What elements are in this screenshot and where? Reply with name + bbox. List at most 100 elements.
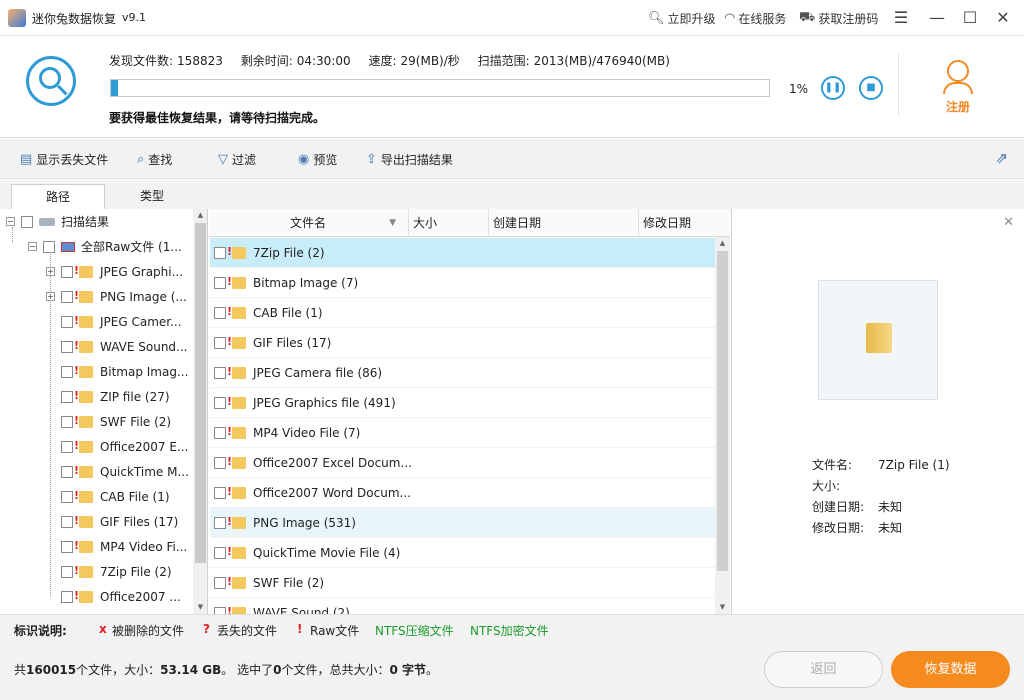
table-row[interactable]: ! SWF File (2) <box>210 568 715 598</box>
checkbox[interactable] <box>61 340 73 353</box>
checkbox[interactable] <box>61 465 73 478</box>
tree-root[interactable]: − 扫描结果 <box>6 209 109 234</box>
app-version: v9.1 <box>122 11 147 24</box>
checkbox[interactable] <box>43 240 55 253</box>
checkbox[interactable] <box>214 336 226 349</box>
tree-item[interactable]: ! SWF File (2) <box>46 409 171 434</box>
tree-item[interactable]: ! MP4 Video Fi... <box>46 534 187 559</box>
checkbox[interactable] <box>214 486 226 499</box>
checkbox[interactable] <box>214 306 226 319</box>
close-icon[interactable]: ✕ <box>1003 215 1014 230</box>
checkbox[interactable] <box>21 215 33 228</box>
checkbox[interactable] <box>61 565 73 578</box>
tree-item[interactable]: ! Bitmap Imag... <box>46 359 188 384</box>
stop-button[interactable]: ■ <box>859 76 883 100</box>
scroll-down-icon[interactable]: ▼ <box>193 601 207 614</box>
tree-item[interactable]: ! QuickTime M... <box>46 459 189 484</box>
search-icon: ⌕ <box>137 152 145 167</box>
upgrade-link[interactable]: 🔍︎ 立即升级 <box>648 10 716 27</box>
close-button[interactable]: ✕ <box>990 6 1016 30</box>
checkbox[interactable] <box>61 265 73 278</box>
expand-icon[interactable]: + <box>46 292 55 301</box>
tree-scrollbar[interactable]: ▲ ▼ <box>193 209 207 614</box>
tree-item[interactable]: ! GIF Files (17) <box>46 509 178 534</box>
tree-item[interactable]: ! CAB File (1) <box>46 484 170 509</box>
checkbox[interactable] <box>61 390 73 403</box>
table-row[interactable]: ! Bitmap Image (7) <box>210 268 715 298</box>
maximize-button[interactable]: ☐ <box>957 6 983 30</box>
col-modified[interactable]: 修改日期 <box>639 209 730 237</box>
checkbox[interactable] <box>214 546 226 559</box>
checkbox[interactable] <box>61 540 73 553</box>
scroll-down-icon[interactable]: ▼ <box>715 601 730 614</box>
tree-item[interactable]: +! PNG Image (... <box>46 284 187 309</box>
file-list-scrollbar[interactable]: ▲ ▼ <box>715 237 730 614</box>
pause-button[interactable]: ❚❚ <box>821 76 845 100</box>
checkbox[interactable] <box>61 290 73 303</box>
tree-item[interactable]: ! 7Zip File (2) <box>46 559 172 584</box>
checkbox[interactable] <box>214 456 226 469</box>
checkbox[interactable] <box>214 516 226 529</box>
checkbox[interactable] <box>214 426 226 439</box>
table-row[interactable]: ! QuickTime Movie File (4) <box>210 538 715 568</box>
checkbox[interactable] <box>61 490 73 503</box>
checkbox[interactable] <box>61 365 73 378</box>
checkbox[interactable] <box>61 590 73 603</box>
toolbar: ▤ 显示丢失文件 ⌕ 查找 ▽ 过滤 ◉ 预览 ⇪ 导出扫描结果 ⇗ <box>0 139 1024 179</box>
summary-text: 。 选中了 <box>221 663 274 677</box>
checkbox[interactable] <box>61 440 73 453</box>
table-row[interactable]: ! GIF Files (17) <box>210 328 715 358</box>
checkbox[interactable] <box>214 576 226 589</box>
scroll-up-icon[interactable]: ▲ <box>193 209 207 222</box>
table-row[interactable]: ! Office2007 Excel Docum... <box>210 448 715 478</box>
checkbox[interactable] <box>61 415 73 428</box>
export-scan-results-button[interactable]: ⇪ 导出扫描结果 <box>366 151 453 168</box>
table-row[interactable]: ! PNG Image (531) <box>210 508 715 538</box>
table-row[interactable]: ! MP4 Video File (7) <box>210 418 715 448</box>
scroll-up-icon[interactable]: ▲ <box>715 237 730 250</box>
col-created[interactable]: 创建日期 <box>489 209 639 237</box>
recover-data-button[interactable]: 恢复数据 <box>891 651 1010 688</box>
tree-item[interactable]: ! Office2007 ... <box>46 584 181 609</box>
tree-item[interactable]: ! ZIP file (27) <box>46 384 170 409</box>
tree-item[interactable]: ! JPEG Camer... <box>46 309 182 334</box>
col-size[interactable]: 大小 <box>409 209 489 237</box>
collapse-icon[interactable]: − <box>6 217 15 226</box>
checkbox[interactable] <box>214 246 226 259</box>
checkbox[interactable] <box>214 276 226 289</box>
collapse-icon[interactable]: − <box>28 242 37 251</box>
preview-button[interactable]: ◉ 预览 <box>298 151 337 168</box>
tree-item[interactable]: ! Office2007 E... <box>46 434 188 459</box>
menu-icon[interactable]: ☰ <box>888 6 914 30</box>
share-icon[interactable]: ⇗ <box>995 149 1008 167</box>
tree-item[interactable]: +! JPEG Graphi... <box>46 259 183 284</box>
expand-icon[interactable]: + <box>46 267 55 276</box>
tab-type[interactable]: 类型 <box>105 184 199 209</box>
table-row[interactable]: ! Office2007 Word Docum... <box>210 478 715 508</box>
find-button[interactable]: ⌕ 查找 <box>137 151 172 168</box>
table-row[interactable]: ! WAVE Sound (2) <box>210 598 715 614</box>
tree-raw-files[interactable]: − 全部Raw文件 (1... <box>28 234 182 259</box>
raw-folder-icon: ! <box>74 464 93 478</box>
tree-scroll-thumb[interactable] <box>195 223 206 563</box>
checkbox[interactable] <box>214 606 226 614</box>
register-button[interactable]: 注册 <box>932 60 984 115</box>
col-filename[interactable]: 文件名 ▼ <box>210 209 409 237</box>
table-row[interactable]: ! 7Zip File (2) <box>210 238 715 268</box>
show-lost-files-button[interactable]: ▤ 显示丢失文件 <box>20 151 108 168</box>
get-code-link[interactable]: ⛟ 获取注册码 <box>799 10 878 27</box>
checkbox[interactable] <box>61 315 73 328</box>
checkbox[interactable] <box>61 515 73 528</box>
table-row[interactable]: ! JPEG Camera file (86) <box>210 358 715 388</box>
online-service-link[interactable]: ◠ 在线服务 <box>724 10 786 27</box>
tree-item[interactable]: ! WAVE Sound... <box>46 334 188 359</box>
table-row[interactable]: ! CAB File (1) <box>210 298 715 328</box>
tab-path[interactable]: 路径 <box>11 184 105 209</box>
minimize-button[interactable]: — <box>924 6 950 30</box>
checkbox[interactable] <box>214 396 226 409</box>
checkbox[interactable] <box>214 366 226 379</box>
file-list-scroll-thumb[interactable] <box>717 251 728 571</box>
back-button[interactable]: 返回 <box>764 651 883 688</box>
filter-button[interactable]: ▽ 过滤 <box>218 151 256 168</box>
table-row[interactable]: ! JPEG Graphics file (491) <box>210 388 715 418</box>
